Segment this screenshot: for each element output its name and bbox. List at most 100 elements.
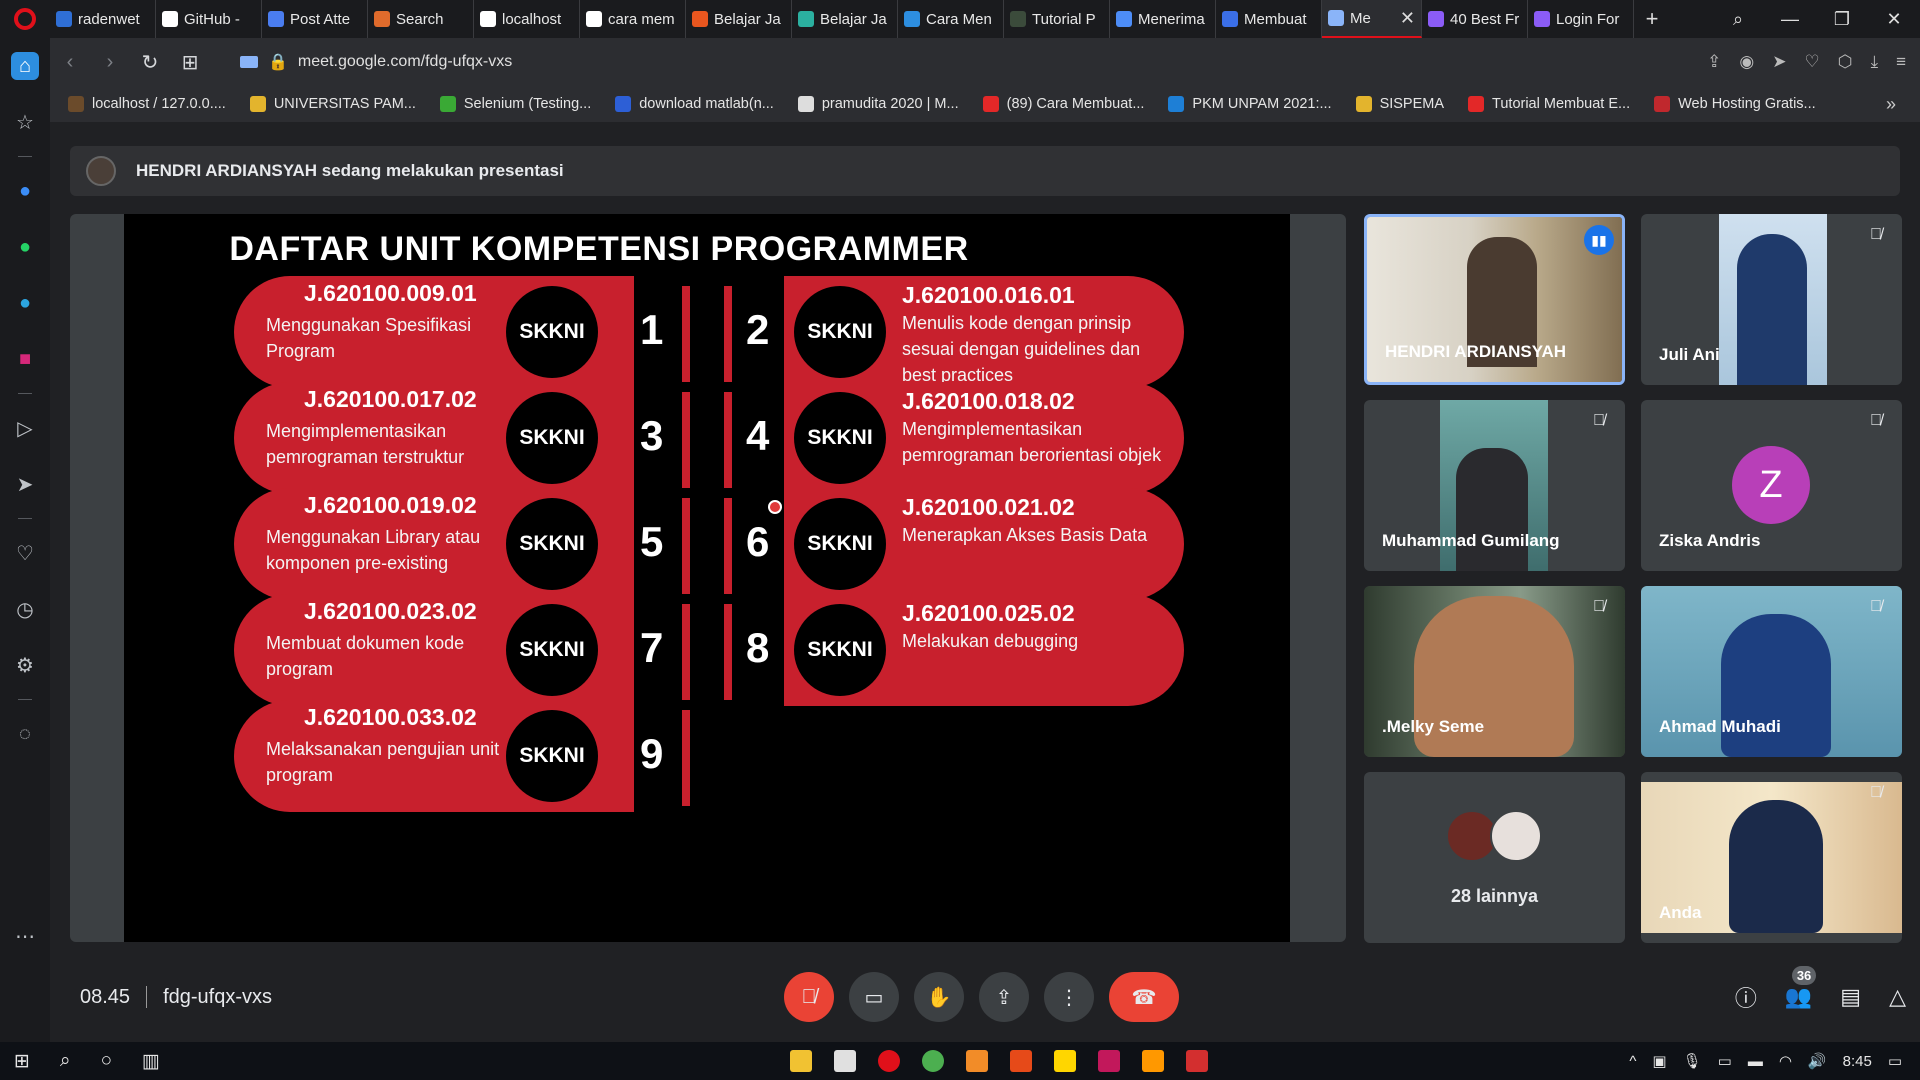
presentation-stage[interactable]: DAFTAR UNIT KOMPETENSI PROGRAMMER SKKNI J… [70, 214, 1346, 942]
heart-icon[interactable]: ♡ [11, 539, 39, 567]
instagram-icon[interactable]: ■ [11, 345, 39, 373]
browser-tab[interactable]: Tutorial P [1004, 0, 1110, 38]
bookmark-item[interactable]: UNIVERSITAS PAM... [249, 96, 416, 112]
send-icon[interactable]: ➤ [1772, 52, 1786, 72]
acrobat-icon[interactable] [1186, 1050, 1208, 1072]
opera-icon[interactable] [878, 1050, 900, 1072]
browser-tab[interactable]: radenwet [50, 0, 156, 38]
meeting-details-icon[interactable]: ⓘ [1735, 981, 1757, 1013]
search-icon[interactable]: ⌕ [60, 1050, 71, 1073]
browser-tab[interactable]: Login For [1528, 0, 1634, 38]
browser-tab[interactable]: cara mem [580, 0, 686, 38]
whatsapp-icon[interactable]: ● [11, 233, 39, 261]
display-icon[interactable]: ▭ [1718, 1052, 1732, 1070]
camera-toggle-button[interactable]: ▭ [849, 972, 899, 1022]
browser-tab[interactable]: 40 Best Fr [1422, 0, 1528, 38]
restore-button[interactable]: ❐ [1816, 9, 1868, 30]
participant-tile[interactable]: ▮▮ HENDRI ARDIANSYAH [1364, 214, 1625, 385]
browser-tab[interactable]: Belajar Ja [792, 0, 898, 38]
activities-icon[interactable]: △ [1889, 984, 1906, 1010]
new-tab-button[interactable]: + [1634, 6, 1670, 32]
file-explorer-icon[interactable] [790, 1050, 812, 1072]
leave-call-button[interactable]: ☎ [1109, 972, 1179, 1022]
snapshot-icon[interactable]: ◉ [1739, 52, 1754, 72]
mic-toggle-button[interactable]: 🎙̸ [784, 972, 834, 1022]
bookmark-item[interactable]: Tutorial Membuat E... [1468, 96, 1630, 112]
bookmark-icon[interactable]: ☆ [11, 108, 39, 136]
telegram-icon[interactable]: ● [11, 289, 39, 317]
extensions-icon[interactable]: ⬡ [1838, 52, 1853, 72]
mic-icon[interactable]: 🎙 [1683, 1052, 1702, 1070]
forward-button[interactable]: › [90, 51, 130, 74]
participant-tile[interactable]: 🎙̸ Juli Ani [1641, 214, 1902, 385]
more-options-button[interactable]: ⋮ [1044, 972, 1094, 1022]
chat-icon[interactable]: ▤ [1840, 984, 1861, 1010]
chevron-up-icon[interactable]: ^ [1629, 1053, 1636, 1070]
chrome-icon[interactable] [922, 1050, 944, 1072]
start-icon[interactable]: ⊞ [14, 1050, 30, 1073]
bookmarks-more-icon[interactable]: » [1886, 94, 1896, 115]
send-icon[interactable]: ➤ [11, 470, 39, 498]
people-button[interactable]: 👥 36 [1785, 966, 1817, 1010]
bookmark-item[interactable]: (89) Cara Membuat... [982, 96, 1144, 112]
url-field[interactable]: 🔒 meet.google.com/fdg-ufqx-vxs [240, 52, 512, 72]
bookmark-item[interactable]: localhost / 127.0.0.... [68, 96, 226, 112]
participant-tile[interactable]: 🎙̸ .Melky Seme [1364, 586, 1625, 757]
more-participants-tile[interactable]: 28 lainnya [1364, 772, 1625, 943]
participant-tile[interactable]: 🎙̸ Ahmad Muhadi [1641, 586, 1902, 757]
bookmark-item[interactable]: download matlab(n... [615, 96, 774, 112]
battery-icon[interactable]: ▬ [1748, 1053, 1763, 1070]
player-icon[interactable]: ▷ [11, 414, 39, 442]
browser-tab[interactable]: Belajar Ja [686, 0, 792, 38]
bookmark-item[interactable]: Selenium (Testing... [439, 96, 591, 112]
participant-tile[interactable]: 🎙̸ Muhammad Gumilang [1364, 400, 1625, 571]
task-view-icon[interactable]: ▥ [142, 1050, 160, 1073]
close-tab-icon[interactable]: ✕ [1400, 8, 1415, 29]
search-tabs-icon[interactable]: ⌕ [1712, 9, 1764, 30]
easy-setup-icon[interactable]: ≡ [1896, 52, 1906, 72]
present-screen-button[interactable]: ⇪ [979, 972, 1029, 1022]
self-view-tile[interactable]: 🎙̸ Anda [1641, 772, 1902, 943]
camera-icon[interactable]: ▣ [1652, 1052, 1666, 1070]
browser-tab[interactable]: Menerima [1110, 0, 1216, 38]
settings-icon[interactable]: ⚙ [11, 651, 39, 679]
more-icon[interactable]: ⋯ [11, 922, 39, 950]
browser-tab[interactable]: GitHub - [156, 0, 262, 38]
share-icon[interactable]: ⇪ [1707, 52, 1721, 72]
sublime-icon[interactable] [1142, 1050, 1164, 1072]
wifi-icon[interactable]: ◠ [1779, 1052, 1792, 1070]
heart-icon[interactable]: ♡ [1804, 52, 1819, 72]
opera-logo[interactable] [0, 0, 50, 38]
volume-icon[interactable]: 🔊 [1808, 1052, 1827, 1070]
office-icon[interactable] [1010, 1050, 1032, 1072]
bookmark-item[interactable]: PKM UNPAM 2021:... [1168, 96, 1332, 112]
close-window-button[interactable]: ✕ [1868, 9, 1920, 30]
app-icon[interactable] [1098, 1050, 1120, 1072]
lightbulb-icon[interactable]: ◌ [11, 720, 39, 748]
browser-tab[interactable]: Search [368, 0, 474, 38]
home-icon[interactable]: ⌂ [11, 52, 39, 80]
cortana-icon[interactable]: ○ [101, 1050, 112, 1073]
matlab-icon[interactable] [966, 1050, 988, 1072]
participant-tile[interactable]: Z 🎙̸ Ziska Andris [1641, 400, 1902, 571]
clock[interactable]: 8:45 [1843, 1053, 1872, 1070]
tabs-grid-icon[interactable]: ⊞ [170, 50, 210, 75]
browser-tab[interactable]: Me ✕ [1322, 0, 1422, 38]
mail-icon[interactable] [834, 1050, 856, 1072]
download-icon[interactable]: ⤓ [1871, 52, 1879, 72]
browser-tab[interactable]: Membuat [1216, 0, 1322, 38]
bookmark-item[interactable]: pramudita 2020 | M... [797, 96, 959, 112]
bookmark-item[interactable]: Web Hosting Gratis... [1654, 96, 1816, 112]
bookmark-item[interactable]: SISPEMA [1355, 96, 1444, 112]
sticky-notes-icon[interactable] [1054, 1050, 1076, 1072]
messenger-icon[interactable]: ● [11, 177, 39, 205]
notifications-icon[interactable]: ▭ [1888, 1052, 1902, 1070]
minimize-button[interactable]: — [1764, 9, 1816, 30]
browser-tab[interactable]: Post Atte [262, 0, 368, 38]
browser-tab[interactable]: Cara Men [898, 0, 1004, 38]
browser-tab[interactable]: localhost [474, 0, 580, 38]
back-button[interactable]: ‹ [50, 51, 90, 74]
raise-hand-button[interactable]: ✋ [914, 972, 964, 1022]
history-icon[interactable]: ◷ [11, 595, 39, 623]
reload-button[interactable]: ↻ [130, 50, 170, 75]
